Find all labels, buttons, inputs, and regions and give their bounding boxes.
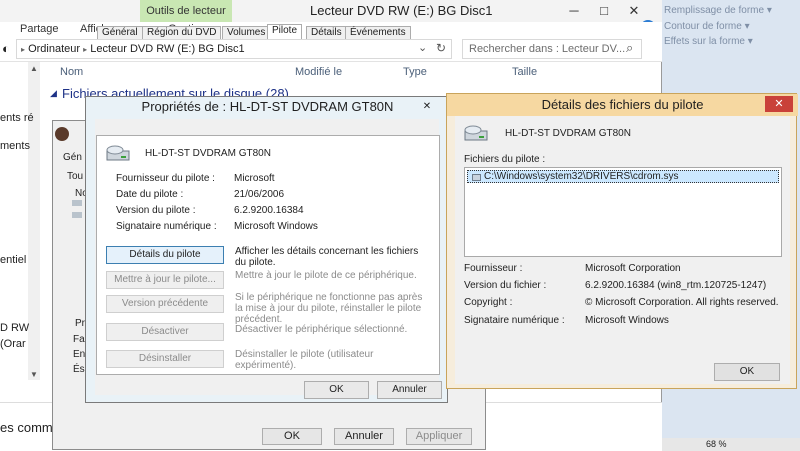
property-label-partial: Fa [73,334,85,345]
nav-item[interactable]: ents ré [0,112,34,124]
separator-icon: ▸ [21,45,26,54]
drive-icon [72,200,82,206]
cancel-button[interactable]: Annuler [334,428,394,445]
ribbon-tab-partage[interactable]: Partage [20,22,59,36]
scroll-down-icon[interactable]: ▼ [30,370,38,379]
minimize-icon[interactable]: ─ [560,0,588,22]
nav-scrollbar[interactable] [28,62,40,380]
device-name: HL-DT-ST DVDRAM GT80N [145,148,271,159]
uninstall-driver-desc: Désinstaller le pilote (utilisateur expé… [235,349,374,371]
tab-region-dvd[interactable]: Région du DVD [142,26,222,39]
cancel-button[interactable]: Annuler [377,381,442,399]
search-input[interactable]: Rechercher dans : Lecteur DV... [462,39,642,59]
column-header-modified[interactable]: Modifié le [295,66,342,78]
field-value-copyright: © Microsoft Corporation. All rights rese… [585,297,779,308]
uninstall-driver-button[interactable]: Désinstaller [106,350,224,368]
field-value-provider: Microsoft Corporation [585,263,681,274]
nav-item[interactable]: entiel [0,254,26,266]
driver-files-label: Fichiers du pilote : [464,154,546,165]
separator-icon: ▸ [83,45,88,54]
field-value-signer: Microsoft Windows [585,315,669,326]
field-value-version: 6.2.9200.16384 [234,205,304,216]
collapse-icon[interactable]: ◢ [50,88,57,99]
close-icon[interactable]: ✕ [620,0,648,22]
close-icon[interactable]: ✕ [416,100,438,114]
address-field[interactable]: ▸ Ordinateur ▸ Lecteur DVD RW (E:) BG Di… [16,39,452,59]
field-label-signer: Signataire numérique : [464,315,565,326]
tab-general-partial[interactable]: Gén [63,152,82,163]
window-title: Lecteur DVD RW (E:) BG Disc1 [310,3,493,18]
field-label-version: Version du pilote : [116,205,196,216]
property-label-partial: És [73,364,85,375]
property-label-partial: En [73,349,86,360]
column-header-size[interactable]: Taille [512,66,537,78]
dropdown-icon[interactable]: ⌄ [418,41,427,54]
status-text: es comm [0,420,53,435]
rollback-driver-button[interactable]: Version précédente [106,295,224,313]
field-value-file-version: 6.2.9200.16384 (win8_rtm.120725-1247) [585,280,767,291]
zoom-bar [662,438,800,451]
field-value-signer: Microsoft Windows [234,221,318,232]
field-value-provider: Microsoft [234,173,275,184]
back-icon[interactable]: ◐ [2,41,10,56]
field-label-date: Date du pilote : [116,189,184,200]
update-driver-desc: Mettre à jour le pilote de ce périphériq… [235,270,417,281]
ok-button[interactable]: OK [262,428,322,445]
dialog-title: Détails des fichiers du pilote [447,94,798,116]
list-item[interactable]: C:\Windows\system32\DRIVERS\cdrom.sys [467,170,779,183]
ok-button[interactable]: OK [714,363,780,381]
field-label-copyright: Copyright : [464,297,513,308]
nav-item[interactable]: ments [0,140,30,152]
field-label-provider: Fournisseur : [464,263,523,274]
tab-general[interactable]: Général [97,26,143,39]
zoom-level[interactable]: 68 % [706,439,727,449]
update-driver-button[interactable]: Mettre à jour le pilote... [106,271,224,289]
disable-device-button[interactable]: Désactiver [106,323,224,341]
rollback-driver-desc: Si le périphérique ne fonctionne pas apr… [235,292,423,325]
field-label-signer: Signataire numérique : [116,221,217,232]
ok-button[interactable]: OK [304,381,369,399]
shape-effects-menu[interactable]: Effets sur la forme ▾ [664,36,753,47]
disable-device-desc: Désactiver le périphérique sélectionné. [235,324,408,335]
column-header-type[interactable]: Type [403,66,427,78]
tab-volumes[interactable]: Volumes [222,26,271,39]
driver-details-button[interactable]: Détails du pilote [106,246,224,264]
dvd-icon [55,127,69,141]
shape-outline-menu[interactable]: Contour de forme ▾ [664,21,750,32]
field-label-file-version: Version du fichier : [464,280,547,291]
tab-details[interactable]: Détails [306,26,347,39]
drive-icon [72,212,82,218]
nav-item[interactable]: (Orar [0,338,26,350]
apply-button[interactable]: Appliquer [406,428,472,445]
file-icon [472,174,481,181]
close-icon[interactable]: ✕ [765,96,793,112]
field-label-provider: Fournisseur du pilote : [116,173,215,184]
maximize-icon[interactable]: □ [590,0,618,22]
dialog-title: Propriétés de : HL-DT-ST DVDRAM GT80N [141,99,394,114]
tab-pilote[interactable]: Pilote [267,24,303,39]
tools-context-tab[interactable]: Outils de lecteur [140,0,232,22]
file-path: C:\Windows\system32\DRIVERS\cdrom.sys [484,171,679,182]
scroll-up-icon[interactable]: ▲ [30,64,38,73]
property-label-partial: Pr [75,318,85,329]
search-icon[interactable]: ⌕ [626,40,633,56]
list-label-partial: Tou [67,171,84,182]
driver-files-list[interactable]: C:\Windows\system32\DRIVERS\cdrom.sys [464,167,782,257]
tab-evenements[interactable]: Événements [345,26,411,39]
optical-drive-icon [106,145,130,161]
shape-fill-menu[interactable]: Remplissage de forme ▾ [664,5,772,16]
column-header-name[interactable]: Nom [60,66,83,78]
device-name: HL-DT-ST DVDRAM GT80N [505,128,631,139]
optical-drive-icon [464,125,488,141]
nav-item[interactable]: D RW [0,322,29,334]
breadcrumb-drive[interactable]: Lecteur DVD RW (E:) BG Disc1 [90,43,244,55]
refresh-icon[interactable]: ↻ [436,41,446,55]
breadcrumb-ordinateur[interactable]: Ordinateur [28,43,80,55]
driver-details-desc: Afficher les détails concernant les fich… [235,246,419,268]
field-value-date: 21/06/2006 [234,189,285,200]
